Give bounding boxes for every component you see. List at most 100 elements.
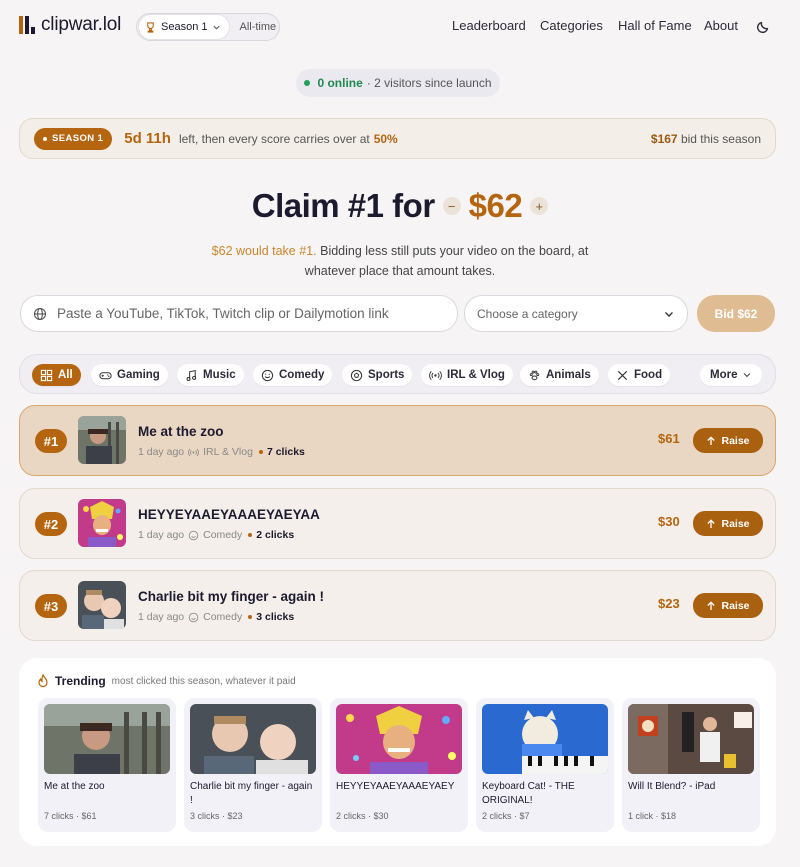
visitors-text: · 2 visitors since launch — [366, 76, 492, 90]
video-thumbnail[interactable] — [482, 704, 608, 774]
nav-about[interactable]: About — [704, 18, 738, 33]
video-link-input[interactable]: Paste a YouTube, TikTok, Twitch clip or … — [20, 295, 458, 332]
filter-animals[interactable]: Animals — [520, 364, 599, 386]
bid-amount: $61 — [658, 431, 680, 446]
card-meta: 3 clicks · $23 — [190, 811, 243, 821]
bid-amount: $23 — [658, 596, 680, 611]
card-meta: 2 clicks · $30 — [336, 811, 389, 821]
claim-amount: $62 — [468, 187, 523, 224]
video-title[interactable]: Me at the zoo — [138, 424, 224, 439]
claim-heading: Claim #1 for − $62 + — [0, 187, 800, 225]
filter-comedy[interactable]: Comedy — [253, 364, 333, 386]
card-title: Keyboard Cat! - THE ORIGINAL! — [482, 781, 575, 806]
raise-button[interactable]: Raise — [693, 593, 763, 618]
leaderboard-row[interactable]: #3 Charlie bit my finger - again ! 1 day… — [19, 570, 776, 641]
card-title: HEYYEYAAEYAAAEYAEY — [336, 781, 455, 792]
online-dot-icon — [304, 80, 311, 86]
raise-button[interactable]: Raise — [693, 428, 763, 453]
trending-card[interactable]: Me at the zoo 7 clicks · $61 — [38, 698, 176, 832]
card-title: Me at the zoo — [44, 781, 105, 792]
video-thumbnail[interactable] — [78, 499, 126, 547]
category-filter-bar: All Gaming Music Comedy Sports IRL & Vlo… — [19, 354, 776, 394]
brand-name: clipwar.lol — [41, 14, 122, 35]
season-alltime-option[interactable]: All-time — [229, 21, 276, 33]
smiley-icon — [261, 369, 274, 381]
filter-gaming[interactable]: Gaming — [91, 364, 168, 386]
flame-icon — [38, 674, 48, 688]
raise-button[interactable]: Raise — [693, 511, 763, 536]
bid-button[interactable]: Bid $62 — [697, 295, 775, 332]
video-thumbnail[interactable] — [190, 704, 316, 774]
moon-icon[interactable] — [756, 18, 772, 34]
trending-card[interactable]: HEYYEYAAEYAAAEYAEY 2 clicks · $30 — [330, 698, 468, 832]
season-badge: SEASON 1 — [34, 127, 113, 150]
claim-subtitle: $62 would take #1. Bidding less still pu… — [211, 244, 589, 278]
filter-all[interactable]: All — [32, 364, 81, 386]
video-thumbnail[interactable] — [44, 704, 170, 774]
grid-icon — [40, 369, 53, 381]
video-meta: 1 day ago Comedy 3 clicks — [138, 611, 295, 623]
category-placeholder: Choose a category — [477, 306, 578, 321]
trending-card[interactable]: Charlie bit my finger - again ! 3 clicks… — [184, 698, 322, 832]
brand-logo[interactable]: clipwar.lol — [19, 14, 121, 36]
smiley-icon — [188, 612, 199, 622]
online-status: 0 online · 2 visitors since launch — [296, 69, 500, 97]
broadcast-icon — [429, 370, 442, 380]
trending-card[interactable]: Will It Blend? - iPad 1 click · $18 — [622, 698, 760, 832]
trending-card[interactable]: Keyboard Cat! - THE ORIGINAL! 2 clicks ·… — [476, 698, 614, 832]
video-link-placeholder: Paste a YouTube, TikTok, Twitch clip or … — [57, 306, 389, 321]
gamepad-icon — [99, 371, 112, 379]
nav-hall-of-fame[interactable]: Hall of Fame — [618, 18, 692, 33]
card-meta: 7 clicks · $61 — [44, 811, 97, 821]
filter-irl-vlog[interactable]: IRL & Vlog — [421, 364, 513, 386]
category-select[interactable]: Choose a category — [464, 295, 688, 332]
trophy-icon — [147, 21, 154, 33]
filter-sports[interactable]: Sports — [342, 364, 413, 386]
increase-bid-button[interactable]: + — [530, 197, 549, 215]
card-title: Charlie bit my finger - again ! — [190, 781, 313, 806]
broadcast-icon — [188, 448, 199, 456]
carryover-percent: 50% — [373, 131, 398, 146]
season-bid-total: $167 bid this season — [650, 131, 761, 146]
online-count: 0 online — [317, 76, 363, 90]
rank-badge: #3 — [35, 594, 67, 618]
video-thumbnail[interactable] — [78, 416, 126, 464]
bid-amount: $30 — [658, 514, 680, 529]
arrow-up-icon — [707, 435, 716, 445]
time-left: 5d 11h — [124, 130, 171, 147]
video-thumbnail[interactable] — [628, 704, 754, 774]
filter-food[interactable]: Food — [608, 364, 671, 386]
video-thumbnail[interactable] — [78, 581, 126, 629]
season-label: Season 1 — [161, 21, 208, 33]
video-title[interactable]: HEYYEYAAEYAAAEYAEYAA — [138, 507, 320, 522]
card-meta: 1 click · $18 — [628, 811, 677, 821]
nav-categories[interactable]: Categories — [540, 18, 603, 33]
utensils-icon — [617, 370, 628, 380]
decrease-bid-button[interactable]: − — [442, 197, 461, 215]
chevron-down-icon — [744, 373, 751, 378]
trending-section: Trending most clicked this season, whate… — [19, 658, 776, 846]
nav-leaderboard[interactable]: Leaderboard — [452, 18, 526, 33]
rank-badge: #1 — [35, 429, 67, 453]
globe-icon — [33, 307, 47, 320]
carryover-text: left, then every score carries over at — [178, 131, 370, 146]
video-thumbnail[interactable] — [336, 704, 462, 774]
rank-badge: #2 — [35, 512, 67, 536]
claim-text: Claim #1 for — [251, 187, 435, 224]
ball-icon — [350, 369, 363, 381]
video-meta: 1 day ago Comedy 2 clicks — [138, 529, 295, 541]
chevron-down-icon — [213, 25, 221, 30]
filter-more[interactable]: More — [700, 364, 763, 386]
video-meta: 1 day ago IRL & Vlog 7 clicks — [138, 446, 305, 458]
music-note-icon — [186, 369, 197, 381]
video-title[interactable]: Charlie bit my finger - again ! — [138, 589, 324, 604]
logo-mark-icon — [19, 16, 35, 34]
trending-header: Trending most clicked this season, whate… — [37, 674, 296, 688]
season-select-current[interactable]: Season 1 — [139, 15, 230, 39]
leaderboard-row[interactable]: #2 HEYYEYAAEYAAAEYAEYAA 1 day ago Comedy… — [19, 488, 776, 559]
leaderboard-row[interactable]: #1 Me at the zoo 1 day ago IRL & Vlog 7 … — [19, 405, 776, 476]
card-title: Will It Blend? - iPad — [628, 781, 716, 792]
chevron-down-icon — [665, 311, 673, 317]
season-selector[interactable]: Season 1 All-time — [136, 13, 280, 41]
filter-music[interactable]: Music — [177, 364, 244, 386]
